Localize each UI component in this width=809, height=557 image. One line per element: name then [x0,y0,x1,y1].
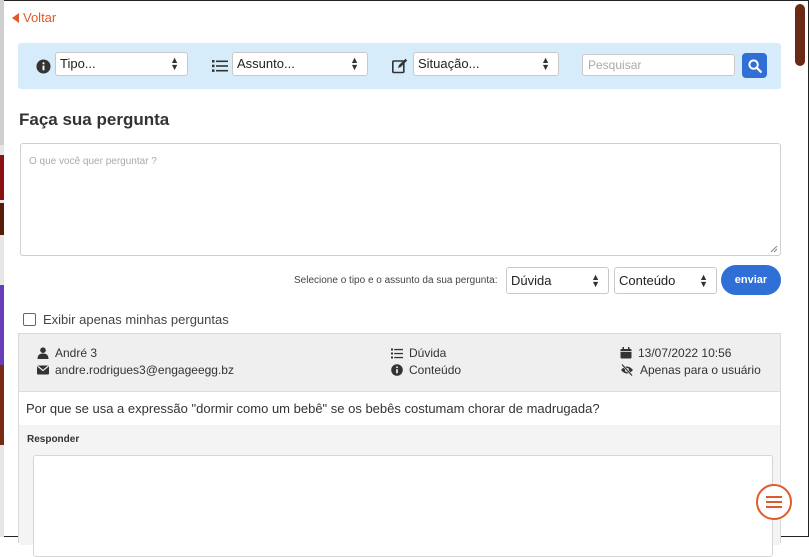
date-meta: 13/07/2022 10:56 [620,346,731,360]
question-subject-value: Conteúdo [619,273,676,288]
strip-segment [0,0,4,145]
chevron-updown-icon: ▲ ▼ [170,55,179,72]
search-input[interactable]: Pesquisar [582,54,735,76]
strip-segment [0,365,4,445]
search-button[interactable] [742,53,767,78]
send-button[interactable]: enviar [721,265,781,295]
question-card-header: André 3 andre.rodrigues3@engageegg.bz Dú… [19,334,780,392]
list-icon [212,58,228,74]
scrollbar-thumb[interactable] [795,4,805,66]
type-select[interactable]: Tipo... ▲ ▼ [55,52,188,76]
type-select-value: Tipo... [60,56,96,71]
only-mine-checkbox[interactable] [23,313,36,326]
type-meta: Dúvida [391,346,446,360]
only-mine-label: Exibir apenas minhas perguntas [43,312,229,327]
strip-segment [0,203,4,235]
back-arrow-icon [12,12,19,23]
chevron-updown-icon: ▲ ▼ [699,272,708,289]
subject-meta: Conteúdo [391,363,461,377]
list-icon [391,348,403,358]
author-email: andre.rodrigues3@engageegg.bz [55,363,234,377]
question-textarea[interactable]: O que você quer perguntar ? [20,143,781,256]
search-icon [747,58,762,73]
resize-handle-icon[interactable] [770,245,778,253]
question-placeholder: O que você quer perguntar ? [29,156,157,167]
question-type: Dúvida [409,346,447,360]
question-subject-select[interactable]: Conteúdo ▲ ▼ [614,267,717,294]
chevron-updown-icon: ▲ ▼ [591,272,600,289]
chevron-updown-icon: ▲ ▼ [350,55,359,72]
subject-select-value: Assunto... [237,56,295,71]
menu-button[interactable] [756,484,792,520]
status-select[interactable]: Situação... ▲ ▼ [413,52,559,76]
form-hint: Selecione o tipo e o assunto da sua perg… [294,275,498,286]
question-text: Por que se usa a expressão "dormir como … [26,401,600,416]
only-mine-filter[interactable]: Exibir apenas minhas perguntas [23,312,229,327]
question-type-select[interactable]: Dúvida ▲ ▼ [506,267,609,294]
page-title: Faça sua pergunta [19,110,170,129]
question-datetime: 13/07/2022 10:56 [638,346,732,360]
status-select-value: Situação... [418,56,480,71]
calendar-icon [620,347,632,359]
chevron-updown-icon: ▲ ▼ [541,55,550,72]
eye-slash-icon [621,364,633,376]
strip-segment [0,285,4,365]
info-icon [35,58,51,74]
envelope-icon [37,365,49,375]
visibility-meta: Apenas para o usuário [620,363,761,377]
hamburger-icon [766,496,782,508]
question-visibility: Apenas para o usuário [640,363,761,377]
email-meta: andre.rodrigues3@engageegg.bz [37,363,234,377]
info-icon [391,364,403,376]
back-label: Voltar [23,10,57,25]
back-link[interactable]: Voltar [12,10,56,25]
answer-section: Responder [19,425,780,557]
user-icon [37,347,49,359]
question-card: André 3 andre.rodrigues3@engageegg.bz Dú… [18,333,781,557]
reply-label: Responder [27,434,80,445]
question-type-value: Dúvida [511,273,552,288]
edit-icon [392,58,408,74]
left-strip [0,0,4,537]
question-subject: Conteúdo [409,363,462,377]
reply-textarea[interactable] [33,455,773,557]
subject-select[interactable]: Assunto... ▲ ▼ [232,52,368,76]
strip-segment [0,155,4,200]
search-placeholder: Pesquisar [588,58,642,72]
author-name: André 3 [55,346,98,360]
author-meta: André 3 [37,346,97,360]
